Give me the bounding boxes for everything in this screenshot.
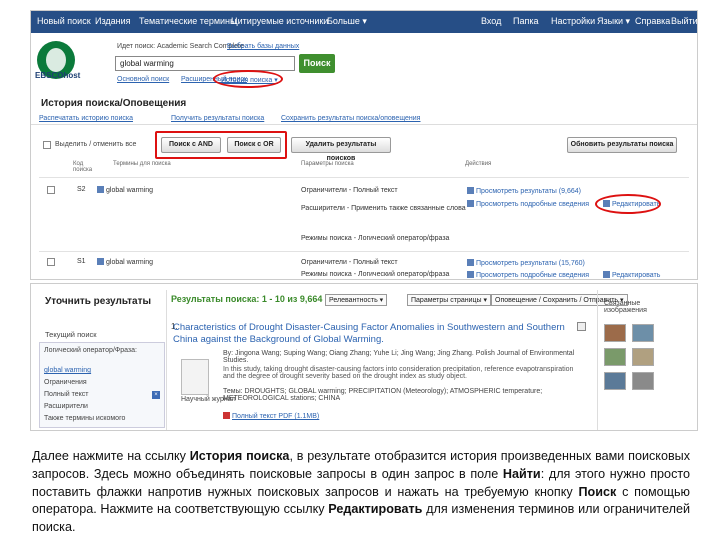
edit-link-highlight — [595, 194, 661, 214]
nav-exit[interactable]: Выйти — [671, 16, 697, 26]
row-s2-checkbox[interactable] — [47, 186, 55, 194]
nav-publications[interactable]: Издания — [95, 16, 131, 26]
instruction-caption: Далее нажмите на ссылку История поиска, … — [32, 449, 691, 535]
document-thumbnail-icon — [181, 359, 209, 395]
related-images-panel: Связанные изображения — [597, 290, 697, 430]
row-s1-term: global warming — [97, 258, 153, 266]
expanders-label: Расширители — [44, 403, 88, 410]
basic-search-link[interactable]: Основной поиск — [117, 76, 169, 83]
retrieve-searches-link[interactable]: Получить результаты поиска — [171, 115, 264, 122]
delete-searches-button[interactable]: Удалить результаты поисков — [291, 137, 391, 162]
current-search-label: Текущий поиск — [45, 330, 97, 339]
search-input[interactable]: global warming — [115, 56, 295, 71]
add-to-folder-icon[interactable] — [577, 322, 586, 331]
result-subjects: Темы: DROUGHTS; GLOBAL warming; PRECIPIT… — [223, 388, 543, 402]
row-s1-param: Режимы поиска - Логический оператор/фраз… — [301, 271, 450, 278]
results-count-header: Результаты поиска: 1 - 10 из 9,664 — [171, 294, 323, 304]
logo-inner-shape — [46, 48, 66, 72]
result-authors: By: Jingona Wang; Suping Wang; Oiang Zha… — [223, 350, 575, 364]
pencil-icon — [603, 271, 610, 278]
header-search-options: Параметры поиска — [301, 161, 354, 167]
combine-buttons-highlight — [155, 131, 287, 159]
row-divider — [39, 177, 689, 178]
remove-limiter-icon[interactable]: × — [152, 391, 160, 399]
row-s2-term: global warming — [97, 186, 153, 194]
nav-cited-references[interactable]: Цитируемые источники — [231, 16, 328, 26]
save-searches-link[interactable]: Сохранить результаты поиска/оповещения — [281, 115, 420, 122]
nav-preferences[interactable]: Настройки — [551, 16, 595, 26]
magnifier-icon — [467, 259, 474, 266]
related-image-thumbnail[interactable] — [632, 348, 654, 366]
row-s2-param: Ограничители - Полный текст — [301, 187, 398, 194]
pdf-icon — [223, 412, 230, 419]
row-s1-view-details[interactable]: Просмотреть подробные сведения — [467, 271, 589, 279]
result-abstract: In this study, taking drought disaster-c… — [223, 366, 574, 380]
related-image-thumbnail[interactable] — [632, 324, 654, 342]
nav-folder[interactable]: Папка — [513, 16, 539, 26]
limiters-label: Ограничения — [44, 379, 87, 386]
print-history-link[interactable]: Распечатать историю поиска — [39, 115, 133, 122]
select-all-label: Выделить / отменить все — [55, 141, 137, 148]
row-s2-view-details[interactable]: Просмотреть подробные сведения — [467, 200, 589, 208]
header-search-terms: Термины для поиска — [113, 161, 171, 167]
history-link-highlight — [213, 70, 283, 88]
row-s2-view-results[interactable]: Просмотреть результаты (9,664) — [467, 187, 581, 195]
related-image-thumbnail[interactable] — [604, 372, 626, 390]
expander-value: Также термины искомого — [44, 415, 126, 422]
choose-databases-link[interactable]: Выбрать базы данных — [227, 43, 299, 50]
top-navigation-bar: Новый поиск Издания Тематические термины… — [31, 11, 697, 33]
related-images-title: Связанные изображения — [604, 300, 647, 314]
search-results-screenshot: Уточнить результаты Текущий поиск Логиче… — [30, 283, 698, 431]
rss-icon — [97, 258, 104, 265]
refresh-results-button[interactable]: Обновить результаты поиска — [567, 137, 677, 153]
header-actions: Действия — [465, 161, 492, 167]
result-title-link[interactable]: Characteristics of Drought Disaster-Caus… — [173, 322, 573, 346]
nav-more[interactable]: Больше ▾ — [327, 16, 367, 27]
nav-subject-terms[interactable]: Тематические термины — [139, 16, 237, 26]
row-divider — [39, 251, 689, 252]
related-image-thumbnail[interactable] — [632, 372, 654, 390]
magnifier-icon — [467, 187, 474, 194]
search-button[interactable]: Поиск — [299, 54, 335, 73]
nav-signin[interactable]: Вход — [481, 16, 501, 26]
current-search-box: Логический оператор/Фраза: global warmin… — [39, 342, 165, 428]
nav-help[interactable]: Справка — [635, 16, 670, 26]
ebsco-logo-text: EBSCOhost — [35, 71, 81, 80]
page-options-select[interactable]: Параметры страницы ▾ — [407, 294, 492, 306]
info-icon — [467, 271, 474, 278]
boolean-phrase-label: Логический оператор/Фраза: — [44, 347, 137, 354]
related-image-thumbnail[interactable] — [604, 324, 626, 342]
refine-title: Уточнить результаты — [45, 296, 152, 307]
info-icon — [467, 200, 474, 207]
row-s1-code: S1 — [77, 258, 86, 265]
nav-languages[interactable]: Языки ▾ — [597, 16, 630, 27]
related-image-thumbnail[interactable] — [604, 348, 626, 366]
refine-results-panel: Уточнить результаты Текущий поиск Логиче… — [39, 290, 167, 430]
header-search-id: Код поиска — [73, 161, 93, 173]
row-s2-param: Расширители - Применить также связанные … — [301, 205, 466, 212]
sort-select[interactable]: Релевантность ▾ — [325, 294, 388, 306]
select-all-checkbox[interactable] — [43, 141, 51, 149]
row-s1-param: Ограничители - Полный текст — [301, 259, 398, 266]
row-s1-edit-link[interactable]: Редактировать — [603, 271, 660, 279]
row-s2-param: Режимы поиска - Логический оператор/фраз… — [301, 235, 450, 242]
nav-new-search[interactable]: Новый поиск — [37, 16, 91, 26]
pdf-fulltext-link[interactable]: Полный текст PDF (1.1MB) — [223, 412, 319, 420]
fulltext-limiter: Полный текст — [44, 391, 89, 398]
boolean-phrase-value[interactable]: global warming — [44, 367, 91, 374]
row-s1-view-results[interactable]: Просмотреть результаты (15,760) — [467, 259, 585, 267]
row-s1-checkbox[interactable] — [47, 258, 55, 266]
search-history-screenshot: Новый поиск Издания Тематические термины… — [30, 10, 698, 280]
rss-icon — [97, 186, 104, 193]
history-title: История поиска/Оповещения — [41, 98, 187, 109]
history-toolbar: Распечатать историю поиска Получить резу… — [31, 113, 697, 125]
search-scope-label: Идет поиск: Academic Search Complete — [117, 43, 244, 50]
row-s2-code: S2 — [77, 186, 86, 193]
